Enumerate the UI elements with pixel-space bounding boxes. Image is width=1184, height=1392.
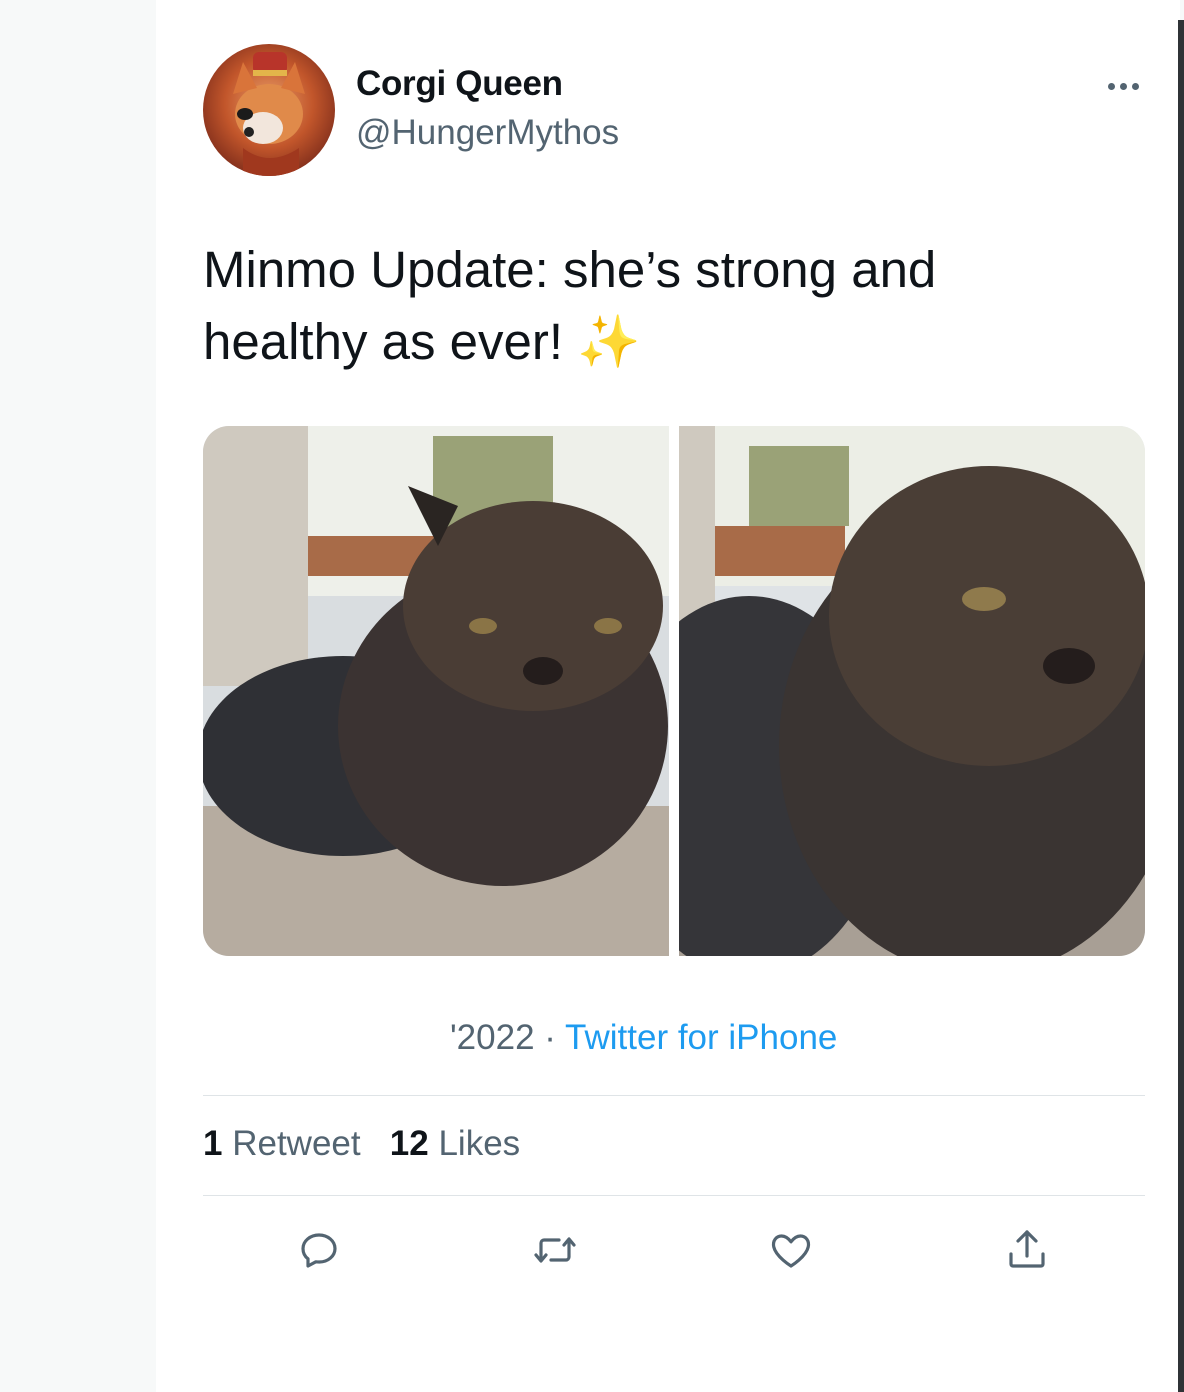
avatar[interactable] — [203, 44, 335, 176]
share-icon — [1009, 1230, 1045, 1268]
window-edge — [1178, 20, 1184, 1392]
photo-2[interactable] — [679, 426, 1145, 956]
tweet-meta: '2022 · Twitter for iPhone — [450, 1018, 837, 1058]
tweet-media — [203, 426, 1145, 956]
retweet-label: Retweet — [232, 1124, 361, 1163]
tweet-stats: 1 Retweet 12 Likes — [203, 1124, 520, 1164]
divider — [203, 1195, 1145, 1196]
likes-label: Likes — [438, 1124, 521, 1163]
heart-icon — [771, 1234, 811, 1268]
retweets-link[interactable]: 1 Retweet — [203, 1124, 361, 1163]
share-button[interactable] — [999, 1222, 1055, 1278]
divider — [203, 1095, 1145, 1096]
author-handle[interactable]: @HungerMythos — [356, 113, 619, 153]
photo-1[interactable] — [203, 426, 669, 956]
like-button[interactable] — [763, 1222, 819, 1278]
retweet-icon — [534, 1237, 576, 1263]
tweet-source[interactable]: Twitter for iPhone — [565, 1018, 837, 1057]
like-count: 12 — [389, 1124, 429, 1163]
reply-button[interactable] — [291, 1222, 347, 1278]
more-options-icon[interactable] — [1098, 70, 1148, 102]
avatar-image — [233, 52, 305, 176]
tweet-text: Minmo Update: she’s strong and healthy a… — [203, 241, 937, 370]
retweet-count: 1 — [203, 1124, 223, 1163]
action-bar — [203, 1222, 1145, 1282]
likes-link[interactable]: 12 Likes — [390, 1124, 520, 1163]
author-name[interactable]: Corgi Queen — [356, 64, 563, 104]
meta-separator: · — [544, 1018, 556, 1057]
tweet-date[interactable]: '2022 — [450, 1018, 535, 1057]
retweet-button[interactable] — [527, 1222, 583, 1278]
reply-icon — [301, 1233, 337, 1268]
